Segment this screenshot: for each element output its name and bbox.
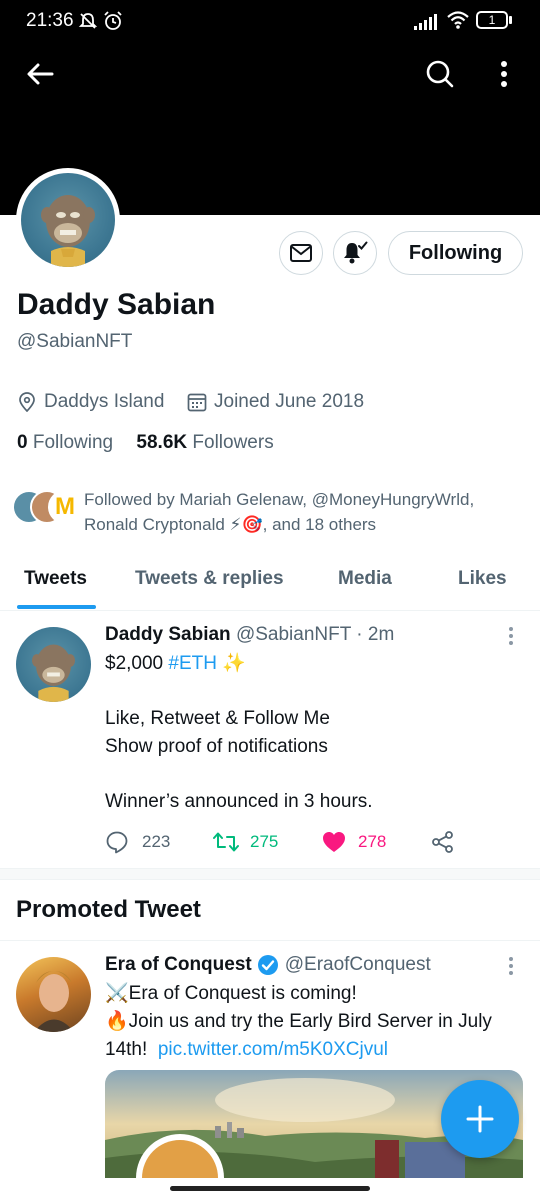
battery-tip [509, 16, 512, 24]
promoted-more-icon[interactable] [506, 956, 516, 976]
promoted-line: ⚔️Era of Conquest is coming! [105, 983, 357, 1004]
status-bar: 21:36 1 [0, 0, 540, 42]
more-options-button[interactable] [486, 52, 522, 96]
profile-avatar[interactable] [16, 168, 120, 272]
plus-icon [466, 1105, 494, 1133]
tweet-line: Show proof of notifications [105, 736, 328, 757]
alarm-icon [104, 11, 122, 30]
battery-icon: 1 [476, 11, 508, 29]
section-separator [0, 868, 540, 880]
mutual-followers-avatars[interactable]: M [12, 490, 82, 526]
like-count: 278 [358, 832, 387, 851]
followed-by-text[interactable]: Followed by Mariah Gelenaw, @MoneyHungry… [84, 487, 524, 537]
divider [0, 940, 540, 941]
search-button[interactable] [418, 52, 462, 96]
following-label: Following [32, 432, 114, 453]
followed-by-line-1: Followed by Mariah Gelenaw, @MoneyHungry… [84, 490, 475, 509]
heart-filled-icon [323, 832, 345, 852]
tweet-author-handle[interactable]: @SabianNFT [236, 624, 351, 645]
back-arrow-icon [27, 63, 54, 85]
message-button[interactable] [279, 231, 323, 275]
home-indicator[interactable] [170, 1186, 370, 1191]
retweet-count: 275 [250, 832, 279, 851]
active-tab-indicator [17, 605, 96, 609]
reply-action[interactable]: 223 [105, 828, 170, 856]
retweet-action[interactable]: 275 [213, 828, 278, 856]
tab-media[interactable]: Media [338, 568, 392, 590]
reply-icon [106, 831, 128, 854]
profile-handle: @SabianNFT [17, 331, 133, 352]
following-count: 0 [17, 432, 28, 453]
compose-tweet-button[interactable] [441, 1080, 519, 1158]
retweet-icon [213, 832, 239, 852]
promoted-line: 🔥Join us and try the Early Bird Server i… [105, 1011, 492, 1032]
notifications-muted-icon [78, 13, 98, 29]
tweet-header: Daddy Sabian @SabianNFT · 2m [105, 624, 394, 646]
follow-counts: 0 Following 58.6K Followers [17, 432, 274, 454]
promoted-tweet-header: Era of Conquest @EraofConquest [105, 954, 431, 976]
share-icon[interactable] [431, 830, 455, 854]
tweet-more-icon[interactable] [506, 626, 516, 646]
bell-check-icon [344, 241, 368, 264]
tab-likes[interactable]: Likes [458, 568, 507, 590]
calendar-icon [187, 393, 207, 412]
following-count-link[interactable]: 0 Following [17, 432, 113, 453]
promoted-section-title: Promoted Tweet [16, 896, 201, 923]
status-time: 21:36 [26, 10, 74, 31]
search-icon [426, 60, 454, 88]
profile-location: Daddys Island [44, 391, 165, 412]
profile-tabs: Tweets Tweets & replies Media Likes [0, 556, 540, 611]
tweet-author-avatar[interactable] [16, 627, 91, 702]
hashtag-link[interactable]: #ETH [168, 653, 217, 674]
followed-by-line-2: Ronald Cryptonald ⚡🎯, and 18 others [84, 515, 377, 534]
promoted-author-avatar[interactable] [16, 957, 91, 1032]
promoted-media-link[interactable]: pic.twitter.com/m5K0XCjvul [158, 1039, 388, 1060]
reply-count: 223 [142, 832, 171, 851]
promoted-author-handle[interactable]: @EraofConquest [285, 954, 431, 976]
like-action[interactable]: 278 [322, 828, 386, 856]
more-vertical-icon [501, 61, 507, 87]
followers-count: 58.6K [136, 432, 188, 453]
mutual-avatar-3: M [48, 490, 82, 524]
back-button[interactable] [18, 52, 62, 96]
wifi-icon [447, 11, 469, 29]
promoted-tweet-body: ⚔️Era of Conquest is coming! 🔥Join us an… [105, 980, 530, 1064]
tweet-line: Like, Retweet & Follow Me [105, 708, 330, 729]
envelope-icon [290, 244, 312, 262]
following-button-label: Following [408, 241, 503, 264]
verified-badge-icon [257, 955, 278, 975]
tweet-line: Winner’s announced in 3 hours. [105, 791, 373, 812]
notifications-button[interactable] [333, 231, 377, 275]
profile-name: Daddy Sabian [17, 288, 216, 321]
following-button[interactable]: Following [388, 231, 523, 275]
signal-icon [414, 14, 437, 30]
ape-avatar-image [21, 173, 115, 267]
battery-level: 1 [488, 13, 496, 27]
tweet-body: $2,000 #ETH ✨ Like, Retweet & Follow Me … [105, 650, 525, 816]
tab-tweets[interactable]: Tweets [24, 568, 87, 590]
tweet-timestamp: · 2m [356, 624, 395, 645]
followers-count-link[interactable]: 58.6K Followers [136, 432, 273, 453]
tweet-author-name[interactable]: Daddy Sabian [105, 624, 231, 645]
tab-tweets-and-replies[interactable]: Tweets & replies [135, 568, 284, 590]
followers-label: Followers [192, 432, 274, 453]
location-pin-icon [19, 392, 35, 412]
profile-joined-date: Joined June 2018 [214, 391, 365, 412]
promoted-author-name[interactable]: Era of Conquest [105, 954, 252, 976]
